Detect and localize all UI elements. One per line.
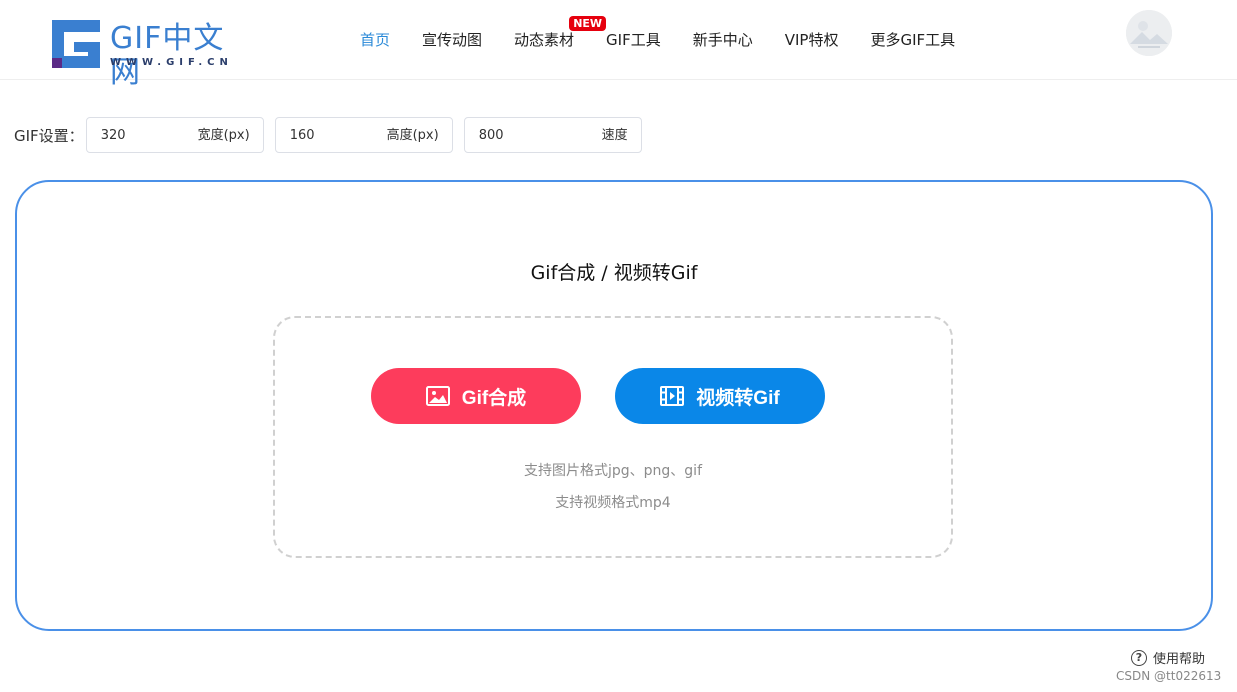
height-field: 高度(px) xyxy=(274,117,453,153)
width-field: 宽度(px) xyxy=(85,117,264,153)
question-icon: ? xyxy=(1131,649,1147,666)
main-nav: 首页 宣传动图 动态素材 NEW GIF工具 新手中心 VIP特权 更多GIF工… xyxy=(360,0,987,80)
width-input[interactable] xyxy=(100,118,191,152)
width-unit-label: 宽度(px) xyxy=(197,128,250,143)
logo-url: WWW.GIF.CN xyxy=(110,57,233,68)
gif-compose-button[interactable]: Gif合成 xyxy=(371,368,581,424)
help-label: 使用帮助 xyxy=(1153,652,1206,667)
nav-item-more-gif-tools[interactable]: 更多GIF工具 xyxy=(870,0,955,80)
nav-item-dynamic-materials[interactable]: 动态素材 NEW xyxy=(514,0,607,80)
site-logo[interactable]: GIF中文网 WWW.GIF.CN xyxy=(52,20,252,90)
upload-drop-zone[interactable]: Gif合成 视频转Gif 支持图片格式jpg、png、gif 支持视频格式mp4 xyxy=(273,316,953,558)
image-format-hint: 支持图片格式jpg、png、gif xyxy=(523,463,702,479)
user-avatar[interactable] xyxy=(1126,10,1172,56)
nav-item-home[interactable]: 首页 xyxy=(360,0,390,80)
nav-item-vip[interactable]: VIP特权 xyxy=(785,0,839,80)
user-avatar-icon xyxy=(1126,10,1172,56)
nav-item-gif-tools[interactable]: GIF工具 xyxy=(606,0,661,80)
image-icon xyxy=(425,386,450,406)
help-link[interactable]: ? 使用帮助 xyxy=(1131,648,1205,667)
panel-title: Gif合成 / 视频转Gif xyxy=(530,262,698,284)
speed-unit-label: 速度 xyxy=(601,128,628,143)
nav-item-promo-gifs[interactable]: 宣传动图 xyxy=(422,0,482,80)
nav-item-label: 动态素材 xyxy=(514,31,575,49)
height-unit-label: 高度(px) xyxy=(386,128,439,143)
speed-field: 速度 xyxy=(463,117,642,153)
nav-item-beginner-center[interactable]: 新手中心 xyxy=(693,0,753,80)
height-input[interactable] xyxy=(289,118,380,152)
gif-compose-label: Gif合成 xyxy=(461,387,527,409)
watermark: CSDN @tt022613 xyxy=(1116,669,1222,683)
video-format-hint: 支持视频格式mp4 xyxy=(555,495,671,511)
main-panel: Gif合成 / 视频转Gif Gif合成 视频转Gif 支持图片格式jpg、pn… xyxy=(15,180,1213,631)
speed-input[interactable] xyxy=(478,118,569,152)
gif-settings: GIF设置： 宽度(px) 高度(px) 速度 xyxy=(14,116,653,154)
film-icon xyxy=(660,386,685,406)
gif-settings-label: GIF设置： xyxy=(14,126,84,145)
new-badge: NEW xyxy=(569,16,607,31)
logo-mark-icon xyxy=(52,20,100,68)
video-to-gif-label: 视频转Gif xyxy=(696,387,780,409)
video-to-gif-button[interactable]: 视频转Gif xyxy=(615,368,825,424)
logo-title: GIF中文网 xyxy=(110,21,225,90)
header: GIF中文网 WWW.GIF.CN 首页 宣传动图 动态素材 NEW GIF工具… xyxy=(0,0,1237,90)
